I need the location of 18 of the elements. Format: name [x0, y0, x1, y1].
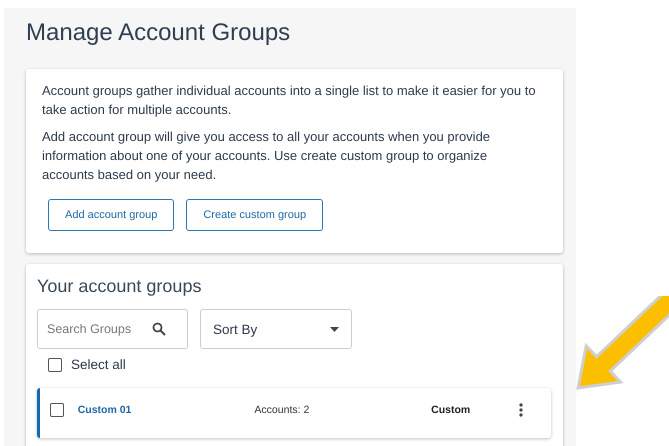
checkbox[interactable]	[48, 358, 62, 372]
search-field[interactable]: Search Groups	[37, 309, 188, 349]
group-row[interactable]: Custom 01 Accounts: 2 Custom	[37, 388, 551, 438]
outline-button[interactable]: Add account group	[48, 199, 174, 231]
intro-paragraph: Add account group will give you access to all your accounts when you provide information about one of your accounts. Use create custom group to organize accounts based on your need.	[42, 128, 492, 184]
checkbox-label: Select all	[71, 357, 126, 372]
group-name-link[interactable]: Custom 01	[78, 404, 254, 416]
section-heading: Your account groups	[37, 276, 202, 297]
search-icon	[152, 322, 166, 336]
outline-button[interactable]: Create custom group	[186, 199, 324, 231]
account-count: Accounts: 2	[254, 404, 310, 416]
group-type: Custom	[431, 404, 472, 416]
more-options-icon[interactable]	[519, 403, 523, 417]
intro-paragraph: Account groups gather individual accounts into a single list to make it easier for you to take action for multiple accounts.	[42, 82, 537, 119]
sort-dropdown[interactable]: Sort By	[200, 309, 352, 349]
page-title: Manage Account Groups	[26, 20, 292, 46]
caret-icon	[330, 326, 339, 332]
checkbox[interactable]	[50, 403, 64, 417]
